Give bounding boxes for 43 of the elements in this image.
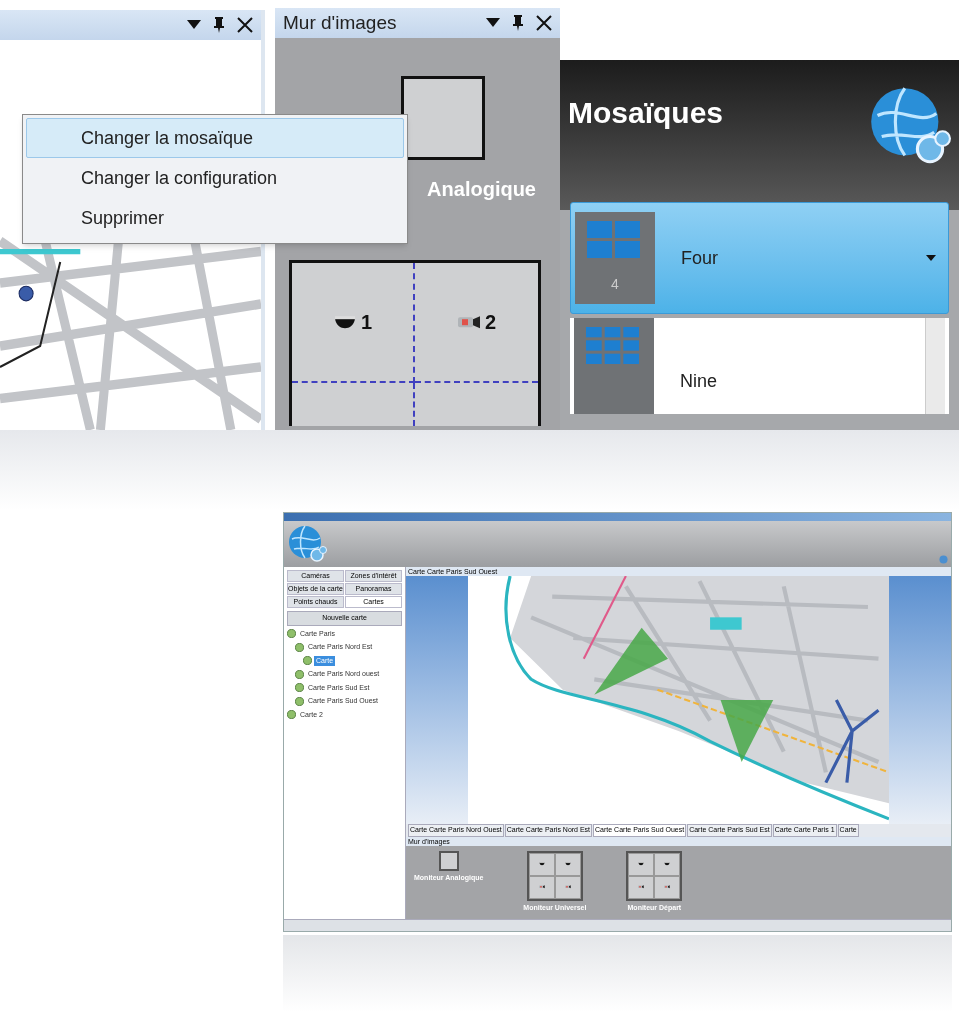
camera-icon [456,314,481,330]
map-node-icon [303,656,312,666]
close-icon[interactable] [536,15,552,31]
map-node-icon [295,669,304,679]
camera-icon [564,885,571,889]
panel-title: Mur d'images [283,10,397,35]
dome-camera-icon [538,862,545,866]
dropdown-icon[interactable] [926,255,936,261]
mosaics-title: Mosaïques [568,95,724,131]
dome-camera-icon [564,862,571,866]
map-node-icon [287,710,296,720]
camera-number: 1 [360,310,373,335]
menu-item[interactable]: Changer la configuration [26,158,404,198]
menu-item[interactable]: Supprimer [26,198,404,238]
mosaic-monitor[interactable]: 1 2 [289,260,541,426]
mosaic-name: Nine [680,369,718,393]
map-node-icon [295,696,304,706]
mosaic-name: Four [681,246,718,270]
pin-icon[interactable] [512,14,524,32]
dropdown-icon[interactable] [486,18,500,28]
dropdown-icon[interactable] [187,20,201,30]
monitor[interactable] [400,76,485,160]
mosaic-monitor[interactable] [526,850,583,901]
dome-camera-icon [332,314,357,330]
mosaic-option[interactable]: 4 Four [570,202,949,314]
scrollbar[interactable] [925,318,945,414]
dome-camera-icon [664,862,671,866]
pin-icon[interactable] [213,16,225,34]
globe-icon [287,524,327,564]
map-node-icon [295,683,304,693]
camera-icon [538,885,545,889]
monitor-label: Analogique [427,177,536,202]
camera-number: 2 [484,310,497,335]
mosaic-count: 4 [611,275,619,294]
camera-icon [638,885,645,889]
mosaic-option[interactable]: Nine [570,318,949,414]
close-icon[interactable] [237,17,253,33]
menu-item[interactable]: Changer la mosaïque [26,118,404,158]
map-node-icon [295,642,304,652]
dome-camera-icon [638,862,645,866]
camera-icon [664,885,671,889]
map-node-icon [287,629,296,639]
mosaic-monitor[interactable] [626,850,683,901]
